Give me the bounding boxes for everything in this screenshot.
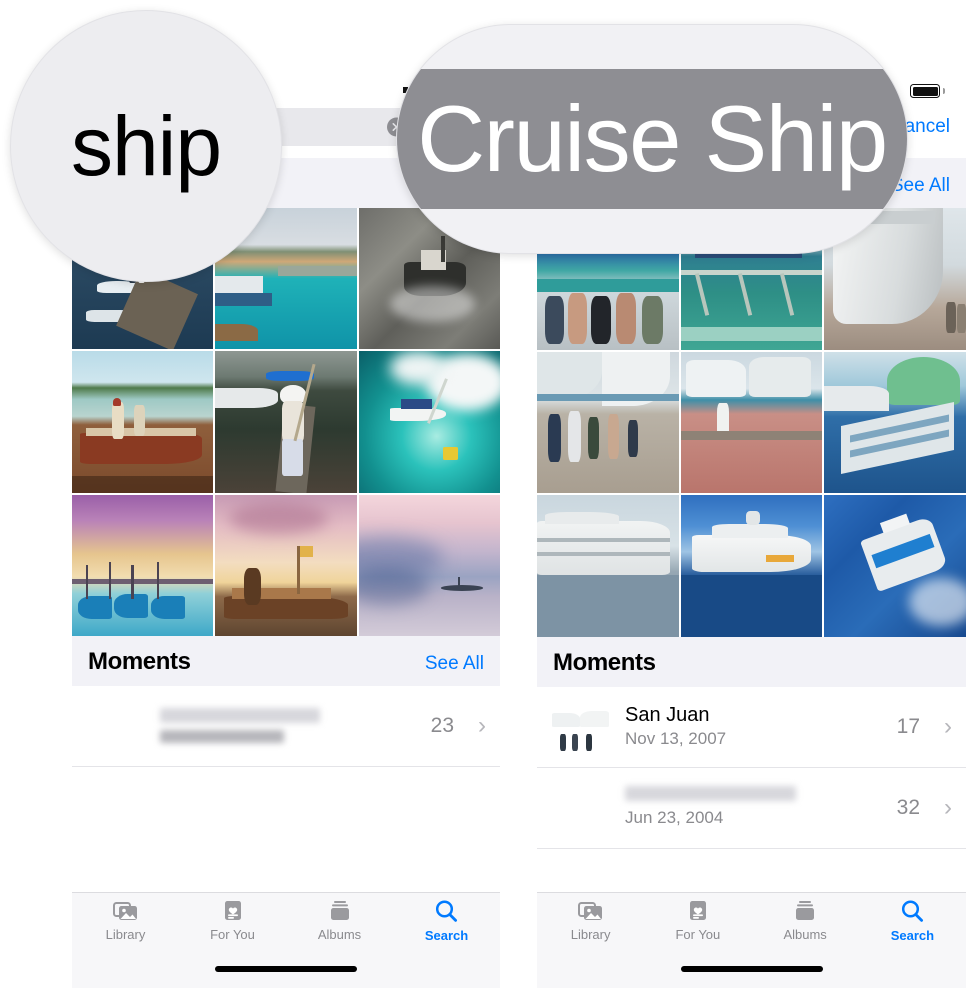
tab-search-label: Search	[890, 928, 935, 943]
tab-for-you[interactable]: For You	[644, 899, 751, 955]
search-magnifier-icon	[435, 900, 457, 922]
photo-thumbnail[interactable]	[215, 494, 357, 636]
moment-date: Jun 23, 2004	[625, 808, 724, 828]
battery-icon	[910, 84, 940, 98]
photo-count: 17	[896, 715, 920, 739]
tab-search[interactable]: Search	[859, 899, 966, 955]
search-magnifier-icon	[901, 900, 923, 922]
photos-library-icon	[112, 902, 137, 920]
home-indicator	[215, 966, 357, 972]
tab-albums[interactable]: Albums	[752, 899, 859, 955]
avatar	[551, 696, 613, 758]
photo-thumbnail[interactable]	[358, 351, 500, 493]
tab-for-you[interactable]: For You	[179, 899, 286, 955]
photo-thumbnail[interactable]	[537, 351, 679, 494]
moments-section-header-left: Moments See All	[72, 635, 500, 686]
for-you-card-icon	[689, 901, 706, 920]
moments-section-header-right: Moments	[537, 637, 966, 688]
screenshot-root: ship Cancel 64 Photos See All	[0, 0, 966, 988]
list-item[interactable]: San Juan Nov 13, 2007 17 ›	[537, 687, 966, 769]
tab-for-you-label: For You	[210, 927, 255, 942]
tab-search-label: Search	[424, 928, 469, 943]
tab-for-you-label: For You	[675, 927, 721, 942]
search-term-magnifier: ship	[10, 10, 282, 282]
battery-nub-icon	[942, 88, 945, 94]
list-item[interactable]: 23 ›	[72, 685, 500, 767]
photo-thumbnail[interactable]	[537, 495, 679, 638]
home-indicator	[680, 966, 823, 972]
tab-bar-right: Library For You Albums Search	[537, 892, 966, 988]
photo-count: 23	[430, 713, 454, 737]
tab-library[interactable]: Library	[72, 899, 179, 955]
tab-bar-left: Library For You Albums Search	[72, 892, 500, 988]
avatar	[86, 695, 148, 757]
chevron-right-icon: ›	[944, 794, 952, 822]
photo-thumbnail[interactable]	[824, 351, 966, 494]
photo-grid-right	[537, 208, 966, 638]
for-you-card-icon	[224, 901, 241, 920]
tab-library[interactable]: Library	[537, 899, 644, 955]
list-item[interactable]: Jun 23, 2004 32 ›	[537, 768, 966, 850]
photo-thumbnail[interactable]	[680, 351, 823, 494]
list-item-text: Jun 23, 2004	[625, 786, 885, 829]
tab-albums-label: Albums	[317, 927, 362, 942]
moment-date: Nov 13, 2007	[625, 729, 727, 749]
tab-albums[interactable]: Albums	[286, 899, 393, 955]
photo-thumbnail[interactable]	[72, 494, 214, 636]
suggestion-magnifier: Cruise Ship	[396, 24, 908, 254]
list-item-text	[160, 708, 419, 744]
tab-search[interactable]: Search	[393, 899, 500, 955]
list-item-text: San Juan Nov 13, 2007	[625, 703, 885, 750]
magnified-suggestion-text: Cruise Ship	[417, 86, 888, 191]
magnified-search-term: ship	[70, 99, 222, 193]
tab-library-label: Library	[570, 927, 611, 942]
avatar	[551, 777, 613, 839]
moments-see-all-link[interactable]: See All	[425, 653, 484, 675]
albums-stack-icon	[330, 901, 349, 920]
magnified-highlight: Cruise Ship	[397, 69, 907, 209]
albums-stack-icon	[796, 901, 815, 920]
photo-thumbnail[interactable]	[680, 495, 823, 638]
photo-thumbnail[interactable]	[72, 351, 214, 493]
photo-thumbnail[interactable]	[358, 494, 500, 636]
chevron-right-icon: ›	[944, 713, 952, 741]
chevron-right-icon: ›	[478, 711, 486, 739]
tab-library-label: Library	[105, 927, 146, 942]
photo-count: 32	[896, 796, 920, 820]
photos-library-icon	[577, 902, 602, 920]
moment-title: San Juan	[625, 704, 710, 727]
photo-thumbnail[interactable]	[215, 351, 357, 493]
moments-section-title: Moments	[88, 647, 191, 675]
tab-albums-label: Albums	[783, 927, 827, 942]
moments-section-title: Moments	[553, 649, 656, 677]
photo-thumbnail[interactable]	[824, 495, 966, 638]
